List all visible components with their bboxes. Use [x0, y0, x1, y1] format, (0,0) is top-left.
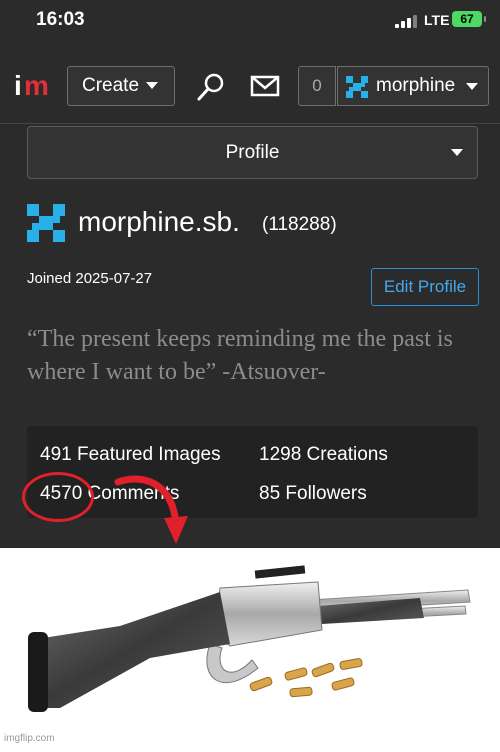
meme-image — [0, 548, 500, 747]
chevron-down-icon — [451, 149, 463, 156]
imgflip-profile-screen: 16:03 LTE 67 i m Create 0 morphine Profi… — [0, 0, 500, 548]
stat-followers[interactable]: 85 Followers — [259, 483, 367, 505]
status-time: 16:03 — [36, 9, 85, 30]
create-button[interactable]: Create — [67, 66, 175, 106]
joined-date: Joined 2025-07-27 — [27, 270, 153, 287]
search-icon[interactable] — [196, 72, 226, 102]
user-menu-button[interactable]: morphine — [337, 66, 489, 106]
network-label: LTE — [424, 12, 450, 28]
logo-m: m — [24, 70, 49, 101]
profile-bio: “The present keeps reminding me the past… — [27, 326, 453, 385]
profile-dropdown[interactable]: Profile — [27, 126, 478, 179]
avatar — [27, 204, 65, 242]
profile-points: (118288) — [262, 214, 337, 235]
chevron-down-icon — [146, 82, 159, 90]
stat-creations[interactable]: 1298 Creations — [259, 444, 388, 466]
profile-username: morphine.sb. — [78, 206, 240, 237]
avatar-icon — [346, 76, 368, 98]
imgflip-watermark: imgflip.com — [4, 733, 55, 744]
mail-icon[interactable] — [250, 74, 280, 98]
profile-dropdown-label: Profile — [225, 142, 280, 163]
chevron-down-icon — [466, 83, 478, 90]
battery-icon: 67 — [452, 11, 486, 27]
stat-featured-images[interactable]: 491 Featured Images — [40, 444, 221, 466]
edit-profile-button[interactable]: Edit Profile — [371, 268, 479, 306]
notifications-button[interactable]: 0 — [298, 66, 336, 106]
highlight-circle — [22, 472, 94, 522]
create-label: Create — [82, 75, 140, 96]
nav-username: morphine — [376, 75, 456, 96]
red-arrow-icon — [114, 475, 188, 544]
rifle-illustration — [28, 565, 471, 712]
signal-icon — [395, 14, 421, 28]
nav-divider — [0, 123, 500, 124]
logo-i: i — [14, 70, 22, 101]
imgflip-logo[interactable]: i m — [14, 70, 54, 102]
